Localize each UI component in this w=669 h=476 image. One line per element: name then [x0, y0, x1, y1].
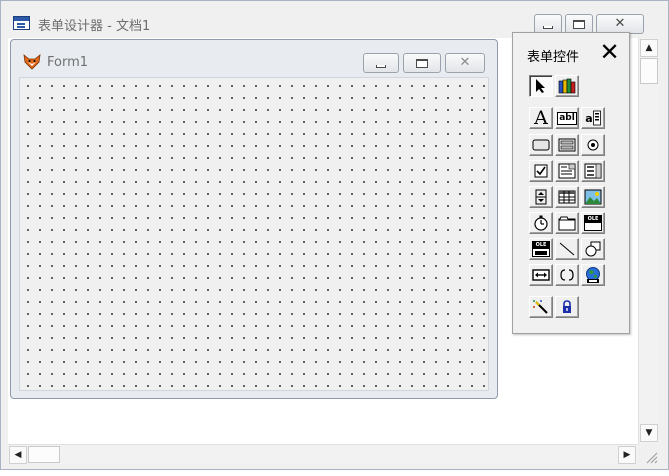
maximize-icon [416, 59, 428, 68]
spinner-tool[interactable] [529, 186, 553, 208]
shapes-icon [585, 241, 601, 257]
scroll-down-button[interactable]: ▼ [640, 424, 658, 442]
minimize-icon [376, 65, 386, 68]
grid-icon [558, 190, 576, 204]
letter-a-icon: A [534, 107, 548, 129]
editbox-tool[interactable]: a [581, 107, 605, 129]
pointer-tool[interactable] [529, 75, 553, 97]
magic-wand-icon [533, 300, 548, 314]
option-group-tool[interactable] [581, 134, 605, 156]
horizontal-scrollbar[interactable]: ◀ ▶ [8, 444, 638, 464]
check-box-tool[interactable] [529, 160, 553, 182]
designer-title: 表单设计器 - 文档1 [38, 19, 151, 34]
form-controls-toolbox[interactable]: 表单控件 ✕ A abl a OLE OLE [512, 32, 630, 334]
close-button[interactable]: ✕ [596, 14, 644, 34]
minimize-icon [543, 26, 553, 29]
grid-tool[interactable] [555, 186, 579, 208]
close-icon: ✕ [599, 38, 620, 66]
stopwatch-icon [534, 215, 548, 231]
page-frame-tool[interactable] [555, 212, 579, 234]
ole-bound-icon: OLE [532, 241, 550, 257]
form1-window[interactable]: Form1 ✕ [10, 39, 498, 399]
combo-box-icon [558, 163, 576, 179]
resize-grip-icon [646, 452, 658, 464]
container-icon [532, 269, 550, 281]
image-tool[interactable] [581, 186, 605, 208]
list-box-icon [584, 163, 602, 179]
view-classes-tool[interactable] [555, 75, 579, 97]
form-maximize-button[interactable] [403, 53, 441, 73]
toolbox-title: 表单控件 [527, 50, 580, 65]
container-tool[interactable] [529, 264, 553, 286]
radio-icon [587, 139, 599, 151]
books-icon [558, 78, 576, 94]
globe-icon [586, 267, 600, 283]
arrow-left-icon: ◀ [14, 450, 22, 460]
button-icon [532, 139, 550, 151]
editbox-icon: a [585, 110, 601, 126]
shape-tool[interactable] [581, 238, 605, 260]
command-group-tool[interactable] [555, 134, 579, 156]
fox-icon [23, 54, 41, 70]
command-button-tool[interactable] [529, 134, 553, 156]
separator-icon [560, 269, 574, 281]
activex-bound-control-tool[interactable]: OLE [529, 238, 553, 260]
scroll-right-button[interactable]: ▶ [618, 446, 636, 464]
vertical-scrollbar[interactable]: ▲ ▼ [638, 38, 659, 444]
timer-tool[interactable] [529, 212, 553, 234]
checkbox-icon [534, 164, 548, 178]
form-close-button[interactable]: ✕ [445, 53, 485, 73]
close-icon: ✕ [459, 55, 471, 70]
horizontal-scroll-thumb[interactable] [28, 446, 60, 463]
spinner-icon [535, 189, 547, 205]
button-lock-tool[interactable] [555, 296, 579, 318]
arrow-pointer-icon [536, 79, 545, 93]
ole-container-icon: OLE [584, 215, 602, 231]
builder-lock-tool[interactable] [529, 296, 553, 318]
minimize-button[interactable] [534, 14, 562, 34]
line-icon [559, 242, 575, 256]
textbox-tool[interactable]: abl [555, 107, 579, 129]
page-frame-icon [558, 216, 576, 231]
textbox-icon: abl [557, 111, 577, 125]
activex-control-tool[interactable]: OLE [581, 212, 605, 234]
form-minimize-button[interactable] [363, 53, 399, 73]
padlock-icon [563, 300, 571, 313]
maximize-button[interactable] [565, 14, 593, 34]
scroll-up-button[interactable]: ▲ [640, 39, 658, 57]
toolbox-title-bar[interactable]: 表单控件 ✕ [513, 33, 629, 71]
arrow-right-icon: ▶ [623, 450, 631, 460]
app-window-icon [13, 16, 30, 30]
image-icon [584, 189, 602, 205]
toolbox-close-button[interactable]: ✕ [596, 40, 623, 66]
close-icon: ✕ [614, 16, 626, 31]
resize-grip[interactable] [639, 445, 659, 465]
separator-tool[interactable] [555, 264, 579, 286]
scroll-left-button[interactable]: ◀ [9, 446, 27, 464]
button-group-icon [558, 138, 576, 152]
label-tool[interactable]: A [529, 107, 553, 129]
form-title: Form1 [47, 55, 89, 70]
arrow-up-icon: ▲ [645, 43, 653, 53]
arrow-down-icon: ▼ [645, 428, 653, 438]
line-tool[interactable] [555, 238, 579, 260]
form-design-canvas[interactable] [19, 77, 489, 391]
maximize-icon [573, 20, 585, 29]
hyperlink-tool[interactable] [581, 264, 605, 286]
vertical-scroll-thumb[interactable] [640, 58, 658, 84]
list-box-tool[interactable] [581, 160, 605, 182]
combo-box-tool[interactable] [555, 160, 579, 182]
